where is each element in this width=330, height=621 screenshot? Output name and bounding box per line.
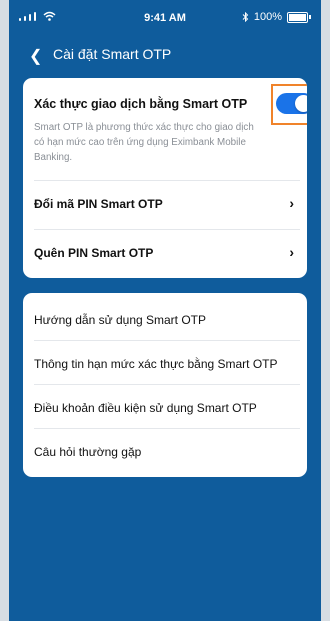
page-title: Cài đặt Smart OTP	[53, 46, 172, 62]
info-link-label: Hướng dẫn sử dụng Smart OTP	[34, 313, 207, 327]
nav-bar: ❮ Cài đặt Smart OTP	[9, 40, 321, 70]
change-pin-label: Đổi mã PIN Smart OTP	[34, 197, 163, 211]
info-link-faq[interactable]: Câu hỏi thường gặp	[34, 428, 300, 477]
chevron-right-icon: ›	[289, 244, 294, 260]
back-icon[interactable]: ❮	[29, 46, 42, 66]
info-link-label: Thông tin hạn mức xác thực bằng Smart OT…	[34, 357, 278, 371]
change-pin-row[interactable]: Đổi mã PIN Smart OTP ›	[34, 180, 300, 229]
forgot-pin-row[interactable]: Quên PIN Smart OTP ›	[34, 229, 300, 278]
switch-knob	[295, 95, 307, 112]
otp-toggle-row: Xác thực giao dịch bằng Smart OTP Smart …	[23, 78, 307, 180]
info-link-label: Câu hỏi thường gặp	[34, 445, 142, 459]
phone-screen: 9:41 AM 100% ❮ Cài đặt Smart OTP Xác thự…	[9, 0, 321, 621]
info-link-limits[interactable]: Thông tin hạn mức xác thực bằng Smart OT…	[34, 340, 300, 389]
otp-settings-card: Xác thực giao dịch bằng Smart OTP Smart …	[23, 78, 307, 278]
otp-toggle-description: Smart OTP là phương thức xác thực cho gi…	[34, 122, 254, 163]
status-right: 100%	[242, 11, 311, 23]
battery-percent: 100%	[253, 11, 282, 23]
bluetooth-icon	[242, 12, 249, 22]
otp-toggle-switch[interactable]	[276, 93, 307, 114]
forgot-pin-label: Quên PIN Smart OTP	[34, 246, 154, 260]
info-links-card: Hướng dẫn sử dụng Smart OTP Thông tin hạ…	[23, 293, 307, 477]
chevron-right-icon: ›	[289, 195, 294, 211]
otp-toggle-title: Xác thực giao dịch bằng Smart OTP	[34, 97, 248, 111]
info-link-terms[interactable]: Điều khoản điều kiện sử dụng Smart OTP	[34, 384, 300, 433]
battery-icon	[287, 11, 308, 23]
battery-tip	[309, 15, 311, 19]
status-bar: 9:41 AM 100%	[9, 0, 321, 36]
info-link-label: Điều khoản điều kiện sử dụng Smart OTP	[34, 401, 257, 415]
info-link-guide[interactable]: Hướng dẫn sử dụng Smart OTP	[34, 297, 300, 345]
